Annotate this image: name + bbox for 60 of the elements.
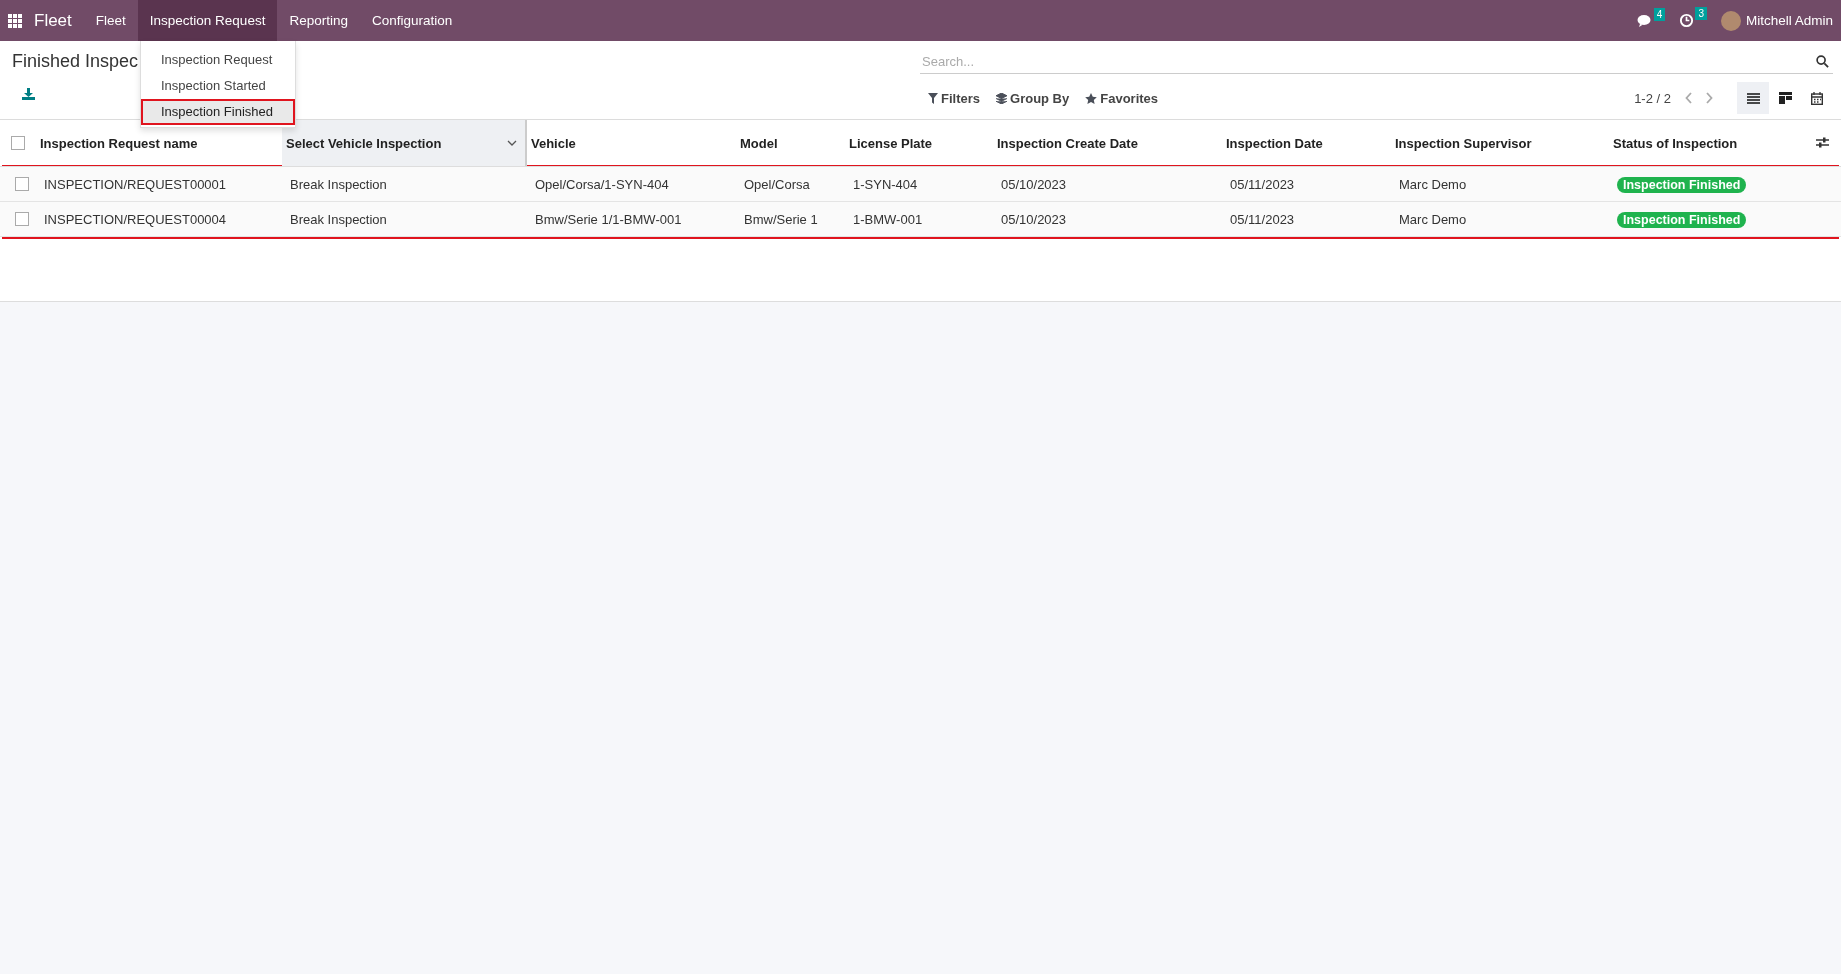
column-header[interactable]: Inspection Date xyxy=(1222,120,1391,166)
group-by-button[interactable]: Group By xyxy=(988,86,1078,110)
status-badge: Inspection Finished xyxy=(1617,211,1747,228)
apps-grid-icon[interactable] xyxy=(8,13,22,28)
table-cell-text: Break Inspection xyxy=(289,176,388,192)
table-cell-text: 05/11/2023 xyxy=(1229,211,1296,227)
calendar-icon xyxy=(1811,91,1823,105)
download-icon[interactable] xyxy=(22,88,35,100)
pager-text: 1-2 / 2 xyxy=(1634,90,1671,106)
select-all-checkbox[interactable] xyxy=(11,136,25,150)
filter-icon xyxy=(928,92,938,104)
page-title: Finished Inspec xyxy=(12,51,139,72)
menu-item[interactable]: Fleet xyxy=(83,0,138,41)
search-icon[interactable] xyxy=(1816,54,1829,68)
chevron-down-icon xyxy=(507,140,517,146)
column-header[interactable]: Select Vehicle Inspection xyxy=(282,120,527,166)
user-name[interactable]: Mitchell Admin xyxy=(1745,13,1833,28)
column-header[interactable]: Inspection Supervisor xyxy=(1391,120,1609,166)
row-checkbox[interactable] xyxy=(15,212,29,226)
table-cell-text: 1-BMW-001 xyxy=(852,211,924,227)
list-icon xyxy=(1746,92,1760,104)
table-cell-text: Bmw/Serie 1 xyxy=(743,211,819,227)
filters-button[interactable]: Filters xyxy=(920,86,988,110)
table-cell-text: INSPECTION/REQUEST00001 xyxy=(43,176,228,192)
table-cell-text: Break Inspection xyxy=(289,211,388,227)
star-icon xyxy=(1085,92,1098,104)
dropdown-item[interactable]: Inspection Started xyxy=(141,73,295,99)
row-checkbox[interactable] xyxy=(15,177,29,191)
column-header[interactable]: Status of Inspection xyxy=(1609,120,1840,166)
activity-count-badge: 3 xyxy=(1695,7,1707,20)
table-cell-text: 05/10/2023 xyxy=(1000,176,1068,192)
table-cell-text: 1-SYN-404 xyxy=(852,176,919,192)
status-badge: Inspection Finished xyxy=(1617,176,1747,193)
chat-icon[interactable] xyxy=(1636,13,1653,28)
clock-icon[interactable] xyxy=(1679,13,1695,28)
kanban-icon xyxy=(1778,92,1792,104)
table-cell-text: Opel/Corsa xyxy=(743,176,811,192)
dropdown-item[interactable]: Inspection Request xyxy=(141,47,295,73)
search-field[interactable]: Search... xyxy=(920,52,1816,70)
column-header[interactable]: Model xyxy=(736,120,845,166)
favorites-button[interactable]: Favorites xyxy=(1077,86,1167,110)
column-header[interactable]: Inspection Create Date xyxy=(993,120,1222,166)
table-cell-text: Marc Demo xyxy=(1398,176,1468,192)
menu-item[interactable]: Inspection Request xyxy=(137,0,278,41)
list-view-button[interactable] xyxy=(1737,82,1769,114)
dropdown-item[interactable]: Inspection Finished xyxy=(141,99,295,125)
menu-item[interactable]: Reporting xyxy=(277,0,360,41)
menu-item[interactable]: Configuration xyxy=(359,0,465,41)
table-cell-text: 05/10/2023 xyxy=(1000,211,1068,227)
column-header[interactable]: Vehicle xyxy=(527,120,736,166)
message-count-badge: 4 xyxy=(1653,7,1666,21)
sliders-icon[interactable] xyxy=(1816,137,1829,148)
table-cell-text: Opel/Corsa/1-SYN-404 xyxy=(534,176,670,192)
app-name[interactable]: Fleet xyxy=(34,10,72,31)
table-cell-text: Marc Demo xyxy=(1398,211,1468,227)
table-cell-text: 05/11/2023 xyxy=(1229,176,1296,192)
table-cell-text: Bmw/Serie 1/1-BMW-001 xyxy=(534,211,683,227)
layers-icon xyxy=(996,92,1007,104)
table-cell-text: INSPECTION/REQUEST00004 xyxy=(43,211,228,227)
column-header[interactable]: License Plate xyxy=(845,120,993,166)
